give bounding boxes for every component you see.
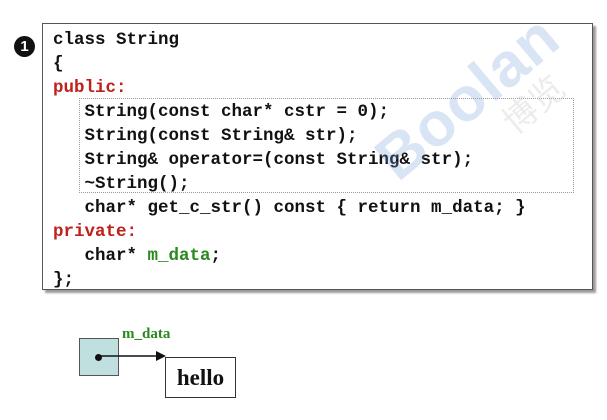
code-block: class String { public: String(const char…: [42, 23, 593, 290]
code-line-public: public:: [53, 78, 127, 98]
member-semicolon: ;: [210, 246, 222, 266]
step-number-badge: 1: [14, 36, 35, 57]
code-line-member: char* m_data;: [53, 244, 222, 268]
string-data-box: hello: [165, 357, 236, 398]
code-line-class-decl: class String: [53, 30, 180, 50]
code-line-destructor: ~String();: [53, 174, 190, 194]
code-line-close-brace: };: [53, 270, 75, 290]
member-type-text: char*: [53, 246, 148, 266]
member-name-text: m_data: [147, 246, 211, 266]
pointer-arrow: [100, 351, 166, 361]
code-line-private: private:: [53, 222, 138, 242]
pointer-label: m_data: [122, 326, 171, 342]
code-line-ctor-cstr: String(const char* cstr = 0);: [53, 102, 390, 122]
code-line-copy-ctor: String(const String& str);: [53, 126, 358, 146]
code-line-copy-assign: String& operator=(const String& str);: [53, 150, 474, 170]
code-line-open-brace: {: [53, 54, 64, 74]
code-line-getter: char* get_c_str() const { return m_data;…: [53, 198, 526, 218]
